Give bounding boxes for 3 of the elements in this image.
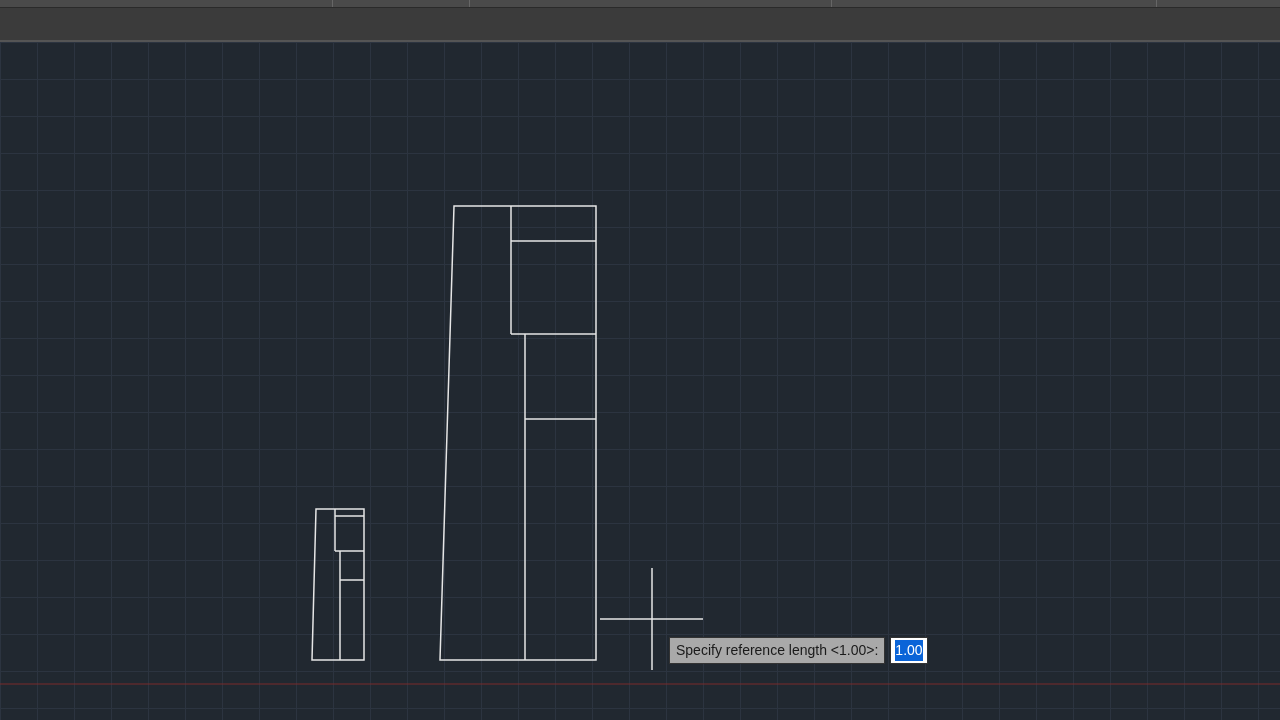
command-prompt: Specify reference length <1.00>:: [669, 637, 886, 664]
input-field[interactable]: 1.00: [890, 637, 928, 664]
input-value: 1.00: [895, 640, 923, 661]
